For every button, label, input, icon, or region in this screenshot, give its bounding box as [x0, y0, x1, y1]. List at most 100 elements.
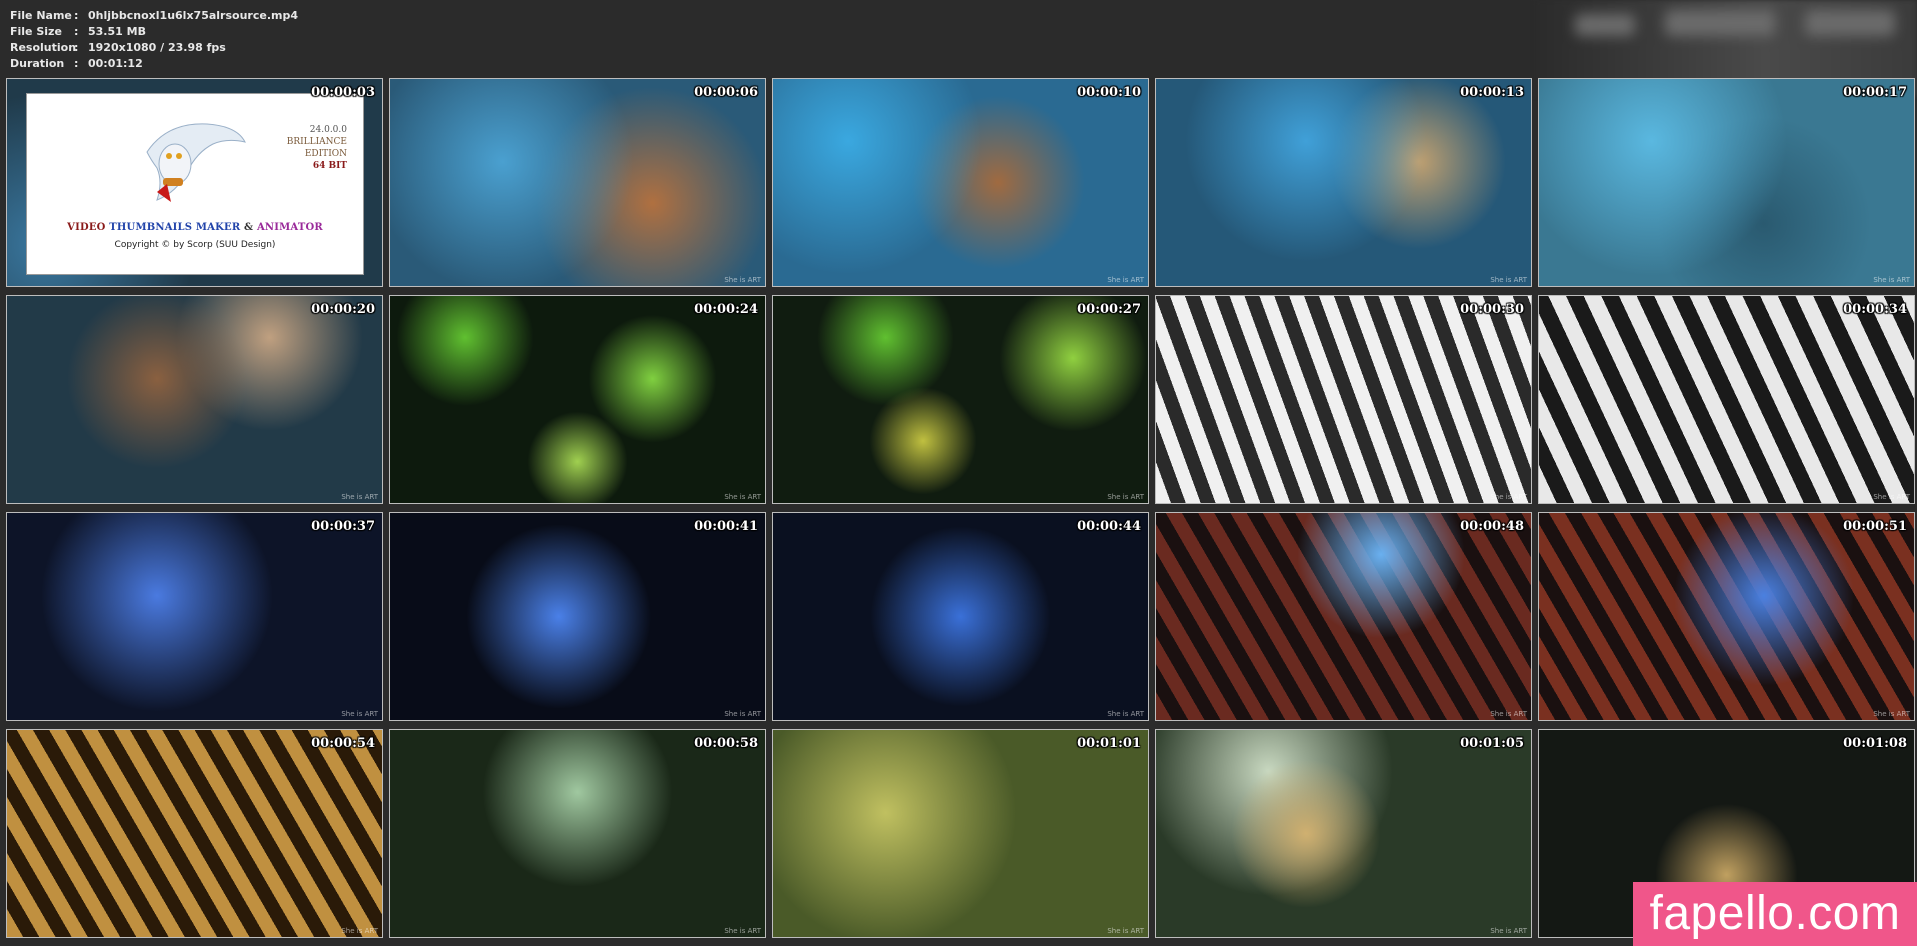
- splash-box: 24.0.0.0 BRILLIANCE EDITION 64 BIT VIDEO…: [26, 93, 364, 275]
- timestamp: 00:00:51: [1843, 519, 1907, 534]
- thumbnail-watermark: She is ART: [1490, 927, 1527, 935]
- info-key: File Size: [10, 25, 62, 38]
- info-value-filesize: 53.51 MB: [88, 25, 146, 38]
- thumbnail-watermark: She is ART: [724, 927, 761, 935]
- thumbnail[interactable]: 00:01:05 She is ART: [1155, 729, 1532, 938]
- thumbnail[interactable]: 00:00:54 She is ART: [6, 729, 383, 938]
- edition-line1: BRILLIANCE: [286, 137, 347, 147]
- timestamp: 00:00:20: [311, 302, 375, 317]
- timestamp: 00:00:24: [694, 302, 758, 317]
- thumbnail-image: [7, 730, 382, 937]
- thumbnail-grid: 24.0.0.0 BRILLIANCE EDITION 64 BIT VIDEO…: [6, 78, 1915, 938]
- thumbnail-watermark: She is ART: [341, 927, 378, 935]
- thumbnail[interactable]: 00:00:20 She is ART: [6, 295, 383, 504]
- owl-logo-icon: [146, 123, 246, 202]
- thumbnail-watermark: She is ART: [1107, 710, 1144, 718]
- thumbnail[interactable]: 00:00:06 She is ART: [389, 78, 766, 287]
- thumbnail[interactable]: 00:00:37 She is ART: [6, 512, 383, 721]
- timestamp: 00:00:54: [311, 736, 375, 751]
- thumbnail-watermark: She is ART: [1873, 710, 1910, 718]
- thumbnail-image: [1539, 296, 1914, 503]
- thumbnail[interactable]: 00:00:17 She is ART: [1538, 78, 1915, 287]
- thumbnail[interactable]: 00:01:01 She is ART: [772, 729, 1149, 938]
- thumbnail[interactable]: 00:00:10 She is ART: [772, 78, 1149, 287]
- thumbnail-watermark: She is ART: [1873, 276, 1910, 284]
- info-sep: :: [74, 25, 79, 38]
- thumbnail-watermark: She is ART: [1490, 276, 1527, 284]
- thumbnail-watermark: She is ART: [1107, 276, 1144, 284]
- splash-title: VIDEO THUMBNAILS MAKER & ANIMATOR: [27, 222, 363, 233]
- thumbnail[interactable]: 00:00:34 She is ART: [1538, 295, 1915, 504]
- timestamp: 00:00:10: [1077, 85, 1141, 100]
- info-value-resolution: 1920x1080 / 23.98 fps: [88, 41, 226, 54]
- thumbnail-sheet: File Name : 0hljbbcnoxl1u6lx75alrsource.…: [0, 0, 1917, 946]
- timestamp: 00:00:03: [311, 85, 375, 100]
- info-value-duration: 00:01:12: [88, 57, 143, 70]
- info-row-filesize: File Size : 53.51 MB: [10, 24, 298, 40]
- title-part4: ANIMATOR: [256, 222, 323, 233]
- thumbnail[interactable]: 24.0.0.0 BRILLIANCE EDITION 64 BIT VIDEO…: [6, 78, 383, 287]
- thumbnail-image: [7, 513, 382, 720]
- timestamp: 00:00:27: [1077, 302, 1141, 317]
- thumbnail[interactable]: 00:00:13 She is ART: [1155, 78, 1532, 287]
- info-sep: :: [74, 57, 79, 70]
- title-part3: &: [244, 222, 254, 233]
- timestamp: 00:00:48: [1460, 519, 1524, 534]
- thumbnail-image: [1156, 79, 1531, 286]
- thumbnail[interactable]: 00:00:44 She is ART: [772, 512, 1149, 721]
- timestamp: 00:00:44: [1077, 519, 1141, 534]
- info-row-duration: Duration : 00:01:12: [10, 56, 298, 72]
- timestamp: 00:00:17: [1843, 85, 1907, 100]
- timestamp: 00:00:37: [311, 519, 375, 534]
- thumbnail-image: [1539, 79, 1914, 286]
- thumbnail[interactable]: 00:00:48 She is ART: [1155, 512, 1532, 721]
- thumbnail[interactable]: 00:00:27 She is ART: [772, 295, 1149, 504]
- splash-copyright: Copyright © by Scorp (SUU Design): [114, 240, 276, 250]
- info-sep: :: [74, 9, 79, 22]
- info-row-filename: File Name : 0hljbbcnoxl1u6lx75alrsource.…: [10, 8, 298, 24]
- thumbnail-image: [1156, 730, 1531, 937]
- title-part1: VIDEO: [67, 222, 106, 233]
- blur-blob: [1575, 14, 1635, 36]
- timestamp: 00:00:41: [694, 519, 758, 534]
- blur-blob: [1805, 10, 1895, 36]
- info-key: File Name: [10, 9, 72, 22]
- splash-version: 24.0.0.0 BRILLIANCE EDITION 64 BIT: [287, 124, 347, 172]
- timestamp: 00:00:58: [694, 736, 758, 751]
- thumbnail[interactable]: 00:00:58 She is ART: [389, 729, 766, 938]
- version-number: 24.0.0.0: [309, 125, 347, 135]
- thumbnail[interactable]: 00:00:51 She is ART: [1538, 512, 1915, 721]
- thumbnail-image: [773, 730, 1148, 937]
- thumbnail-image: [390, 730, 765, 937]
- thumbnail[interactable]: 00:00:24 She is ART: [389, 295, 766, 504]
- thumbnail-watermark: She is ART: [1490, 710, 1527, 718]
- thumbnail-image: [7, 296, 382, 503]
- thumbnail[interactable]: 00:00:41 She is ART: [389, 512, 766, 721]
- thumbnail-watermark: She is ART: [724, 276, 761, 284]
- thumbnail-image: [773, 296, 1148, 503]
- timestamp: 00:01:05: [1460, 736, 1524, 751]
- thumbnail-image: [773, 79, 1148, 286]
- thumbnail-image: [1156, 513, 1531, 720]
- thumbnail-image: [390, 513, 765, 720]
- info-sep: :: [74, 41, 79, 54]
- thumbnail-watermark: She is ART: [1490, 493, 1527, 501]
- thumbnail-watermark: She is ART: [341, 493, 378, 501]
- thumbnail-image: [773, 513, 1148, 720]
- blur-blob: [1665, 10, 1775, 36]
- bits-label: 64 BIT: [312, 161, 347, 171]
- info-key: Resolution: [10, 41, 77, 54]
- timestamp: 00:00:06: [694, 85, 758, 100]
- timestamp: 00:00:34: [1843, 302, 1907, 317]
- thumbnail-watermark: She is ART: [1107, 493, 1144, 501]
- thumbnail-watermark: She is ART: [724, 493, 761, 501]
- thumbnail[interactable]: 00:00:30 She is ART: [1155, 295, 1532, 504]
- timestamp: 00:01:01: [1077, 736, 1141, 751]
- timestamp: 00:00:13: [1460, 85, 1524, 100]
- title-part2: THUMBNAILS MAKER: [109, 222, 241, 233]
- thumbnail-image: [390, 296, 765, 503]
- info-row-resolution: Resolution : 1920x1080 / 23.98 fps: [10, 40, 298, 56]
- thumbnail-watermark: She is ART: [1873, 493, 1910, 501]
- thumbnail-image: [1156, 296, 1531, 503]
- thumbnail-image: [390, 79, 765, 286]
